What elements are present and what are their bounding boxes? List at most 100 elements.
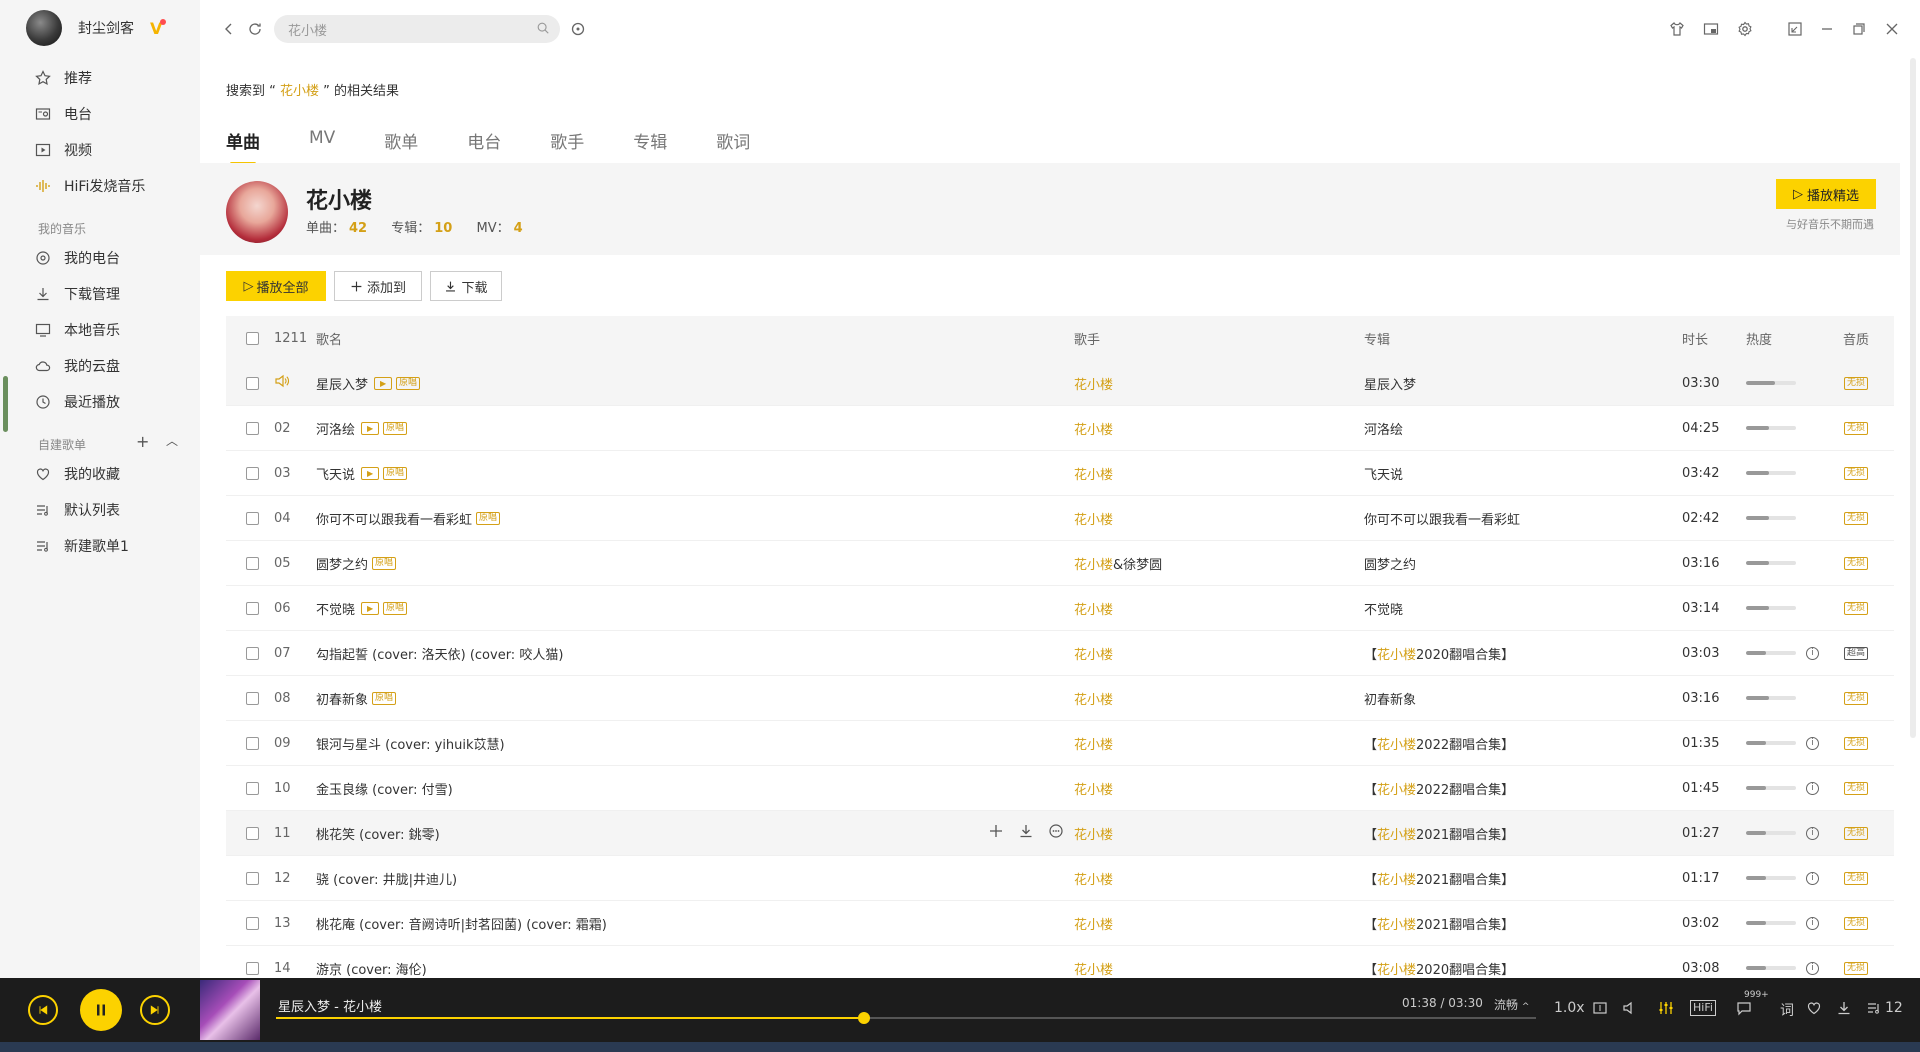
song-title-cell[interactable]: 河洛绘 ▶ 原唱 — [314, 419, 1074, 438]
row-checkbox[interactable] — [245, 511, 259, 525]
song-title-cell[interactable]: 圆梦之约 原唱 — [314, 554, 1074, 573]
header-quality[interactable]: 音质 — [1826, 329, 1886, 348]
quality-badge[interactable]: 无损 — [1843, 466, 1868, 480]
sidebar-item-favorites[interactable]: 我的收藏 — [0, 456, 200, 492]
mv-play-icon[interactable]: ▶ — [361, 601, 380, 615]
song-title[interactable]: 飞天说 — [316, 464, 355, 483]
album-cell[interactable]: 【花小楼2022翻唱合集】 — [1364, 734, 1682, 753]
table-row[interactable]: 05 圆梦之约 原唱 花小楼&徐梦圆 圆梦之约 03:16 无损 — [226, 541, 1894, 586]
next-button[interactable] — [140, 995, 170, 1025]
song-title[interactable]: 银河与星斗 (cover: yihuik苡慧) — [316, 734, 505, 753]
album-cell[interactable]: 【花小楼2021翻唱合集】 — [1364, 914, 1682, 933]
song-title[interactable]: 不觉晓 — [316, 599, 355, 618]
song-title[interactable]: 桃花庵 (cover: 音阙诗听|封茗囧菌) (cover: 霜霜) — [316, 914, 607, 933]
tab-singers[interactable]: 歌手 — [550, 128, 584, 165]
album-cell[interactable]: 【花小楼2020翻唱合集】 — [1364, 644, 1682, 663]
add-icon[interactable] — [988, 823, 1004, 843]
quality-badge[interactable]: 无损 — [1843, 826, 1868, 840]
refresh-icon[interactable] — [246, 20, 264, 38]
row-checkbox[interactable] — [245, 826, 259, 840]
quality-badge[interactable]: 无损 — [1843, 511, 1868, 525]
song-title[interactable]: 勾指起誓 (cover: 洛天依) (cover: 咬人猫) — [316, 644, 563, 663]
row-checkbox[interactable] — [245, 601, 259, 615]
song-title[interactable]: 河洛绘 — [316, 419, 355, 438]
download-icon[interactable] — [1018, 823, 1034, 843]
album-cell[interactable]: 【花小楼2021翻唱合集】 — [1364, 869, 1682, 888]
sidebar-scroll-indicator[interactable] — [3, 376, 8, 432]
singer-name[interactable]: 花小楼 — [1074, 738, 1113, 753]
song-title-cell[interactable]: 不觉晓 ▶ 原唱 — [314, 599, 1074, 618]
song-title-cell[interactable]: 银河与星斗 (cover: yihuik苡慧) — [314, 734, 1074, 753]
hifi-badge[interactable]: HiFi — [1690, 1000, 1716, 1016]
speed-button[interactable]: 1.0x — [1554, 1000, 1585, 1016]
album-cell[interactable]: 圆梦之约 — [1364, 554, 1682, 573]
singer-name[interactable]: 花小楼 — [1074, 558, 1113, 573]
song-title-cell[interactable]: 金玉良缘 (cover: 付雪) — [314, 779, 1074, 798]
mv-play-icon[interactable]: ▶ — [361, 421, 380, 435]
table-row[interactable]: 10 金玉良缘 (cover: 付雪) 花小楼 【花小楼2022翻唱合集】 01… — [226, 766, 1894, 811]
album-cell[interactable]: 【花小楼2020翻唱合集】 — [1364, 959, 1682, 978]
singer-name[interactable]: 花小楼 — [1074, 828, 1113, 843]
like-icon[interactable] — [1806, 1000, 1822, 1016]
table-row[interactable]: 03 飞天说 ▶ 原唱 花小楼 飞天说 03:42 无损 — [226, 451, 1894, 496]
album-cell[interactable]: 【花小楼2021翻唱合集】 — [1364, 824, 1682, 843]
info-icon[interactable]: i — [1806, 826, 1819, 840]
collapse-icon[interactable]: ︿ — [166, 432, 178, 449]
tab-radio[interactable]: 电台 — [467, 128, 501, 165]
sidebar-item-local-music[interactable]: 本地音乐 — [0, 312, 200, 348]
previous-button[interactable] — [28, 995, 58, 1025]
singer-name[interactable]: 花小楼 — [1074, 603, 1113, 618]
info-icon[interactable]: i — [1806, 781, 1819, 795]
username[interactable]: 封尘剑客 — [78, 18, 134, 38]
co-singer[interactable]: &徐梦圆 — [1113, 558, 1162, 573]
song-title[interactable]: 骁 (cover: 井胧|井迪儿) — [316, 869, 457, 888]
table-row[interactable]: 02 河洛绘 ▶ 原唱 花小楼 河洛绘 04:25 无损 — [226, 406, 1894, 451]
search-box[interactable] — [274, 15, 560, 43]
album-cell[interactable]: 河洛绘 — [1364, 419, 1682, 438]
artist-name[interactable]: 花小楼 — [306, 183, 372, 215]
song-title[interactable]: 桃花笑 (cover: 銚零) — [316, 824, 440, 843]
volume-icon[interactable] — [1622, 1000, 1638, 1016]
tab-albums[interactable]: 专辑 — [633, 128, 667, 165]
sidebar-item-radio[interactable]: 电台 — [0, 96, 200, 132]
quality-badge[interactable]: 无损 — [1843, 736, 1868, 750]
song-title-cell[interactable]: 骁 (cover: 井胧|井迪儿) — [314, 869, 1074, 888]
tab-playlists[interactable]: 歌单 — [384, 128, 418, 165]
add-to-button[interactable]: 添加到 — [334, 271, 422, 301]
row-checkbox[interactable] — [245, 376, 259, 390]
quality-badge[interactable]: 无损 — [1843, 916, 1868, 930]
singer-name[interactable]: 花小楼 — [1074, 468, 1113, 483]
maximize-icon[interactable] — [1850, 20, 1868, 38]
vip-icon[interactable]: V — [150, 18, 167, 38]
sidebar-item-default-list[interactable]: 默认列表 — [0, 492, 200, 528]
now-playing-title[interactable]: 星辰入梦 - 花小楼 — [278, 996, 382, 1015]
comment-icon[interactable] — [1736, 1000, 1752, 1016]
quality-badge[interactable]: 无损 — [1843, 601, 1868, 615]
playlist-queue-button[interactable]: 12 — [1866, 1000, 1903, 1016]
song-title-cell[interactable]: 星辰入梦 ▶ 原唱 — [314, 374, 1074, 393]
add-playlist-icon[interactable]: + — [136, 432, 149, 451]
singer-name[interactable]: 花小楼 — [1074, 873, 1113, 888]
singer-name[interactable]: 花小楼 — [1074, 693, 1113, 708]
sidebar-item-recommend[interactable]: 推荐 — [0, 60, 200, 96]
row-checkbox[interactable] — [245, 691, 259, 705]
sidebar-item-hifi[interactable]: HiFi发烧音乐 — [0, 168, 200, 204]
album-cell[interactable]: 你可不可以跟我看一看彩虹 — [1364, 509, 1682, 528]
back-icon[interactable] — [220, 20, 238, 38]
table-row[interactable]: 13 桃花庵 (cover: 音阙诗听|封茗囧菌) (cover: 霜霜) 花小… — [226, 901, 1894, 946]
pause-button[interactable] — [80, 989, 122, 1031]
album-cell[interactable]: 不觉晓 — [1364, 599, 1682, 618]
quality-badge[interactable]: 无损 — [1843, 556, 1868, 570]
info-icon[interactable]: i — [1806, 646, 1819, 660]
song-title-cell[interactable]: 初春新象 原唱 — [314, 689, 1074, 708]
info-icon[interactable]: i — [1806, 961, 1819, 975]
header-heat[interactable]: 热度 — [1746, 329, 1826, 348]
select-all-checkbox[interactable] — [245, 332, 259, 345]
user-block[interactable]: 封尘剑客 V — [26, 10, 167, 46]
sidebar-item-video[interactable]: 视频 — [0, 132, 200, 168]
quality-badge[interactable]: 无损 — [1843, 961, 1868, 975]
singer-name[interactable]: 花小楼 — [1074, 918, 1113, 933]
singer-name[interactable]: 花小楼 — [1074, 963, 1113, 978]
quality-badge[interactable]: 超高 — [1843, 646, 1868, 660]
singer-name[interactable]: 花小楼 — [1074, 783, 1113, 798]
